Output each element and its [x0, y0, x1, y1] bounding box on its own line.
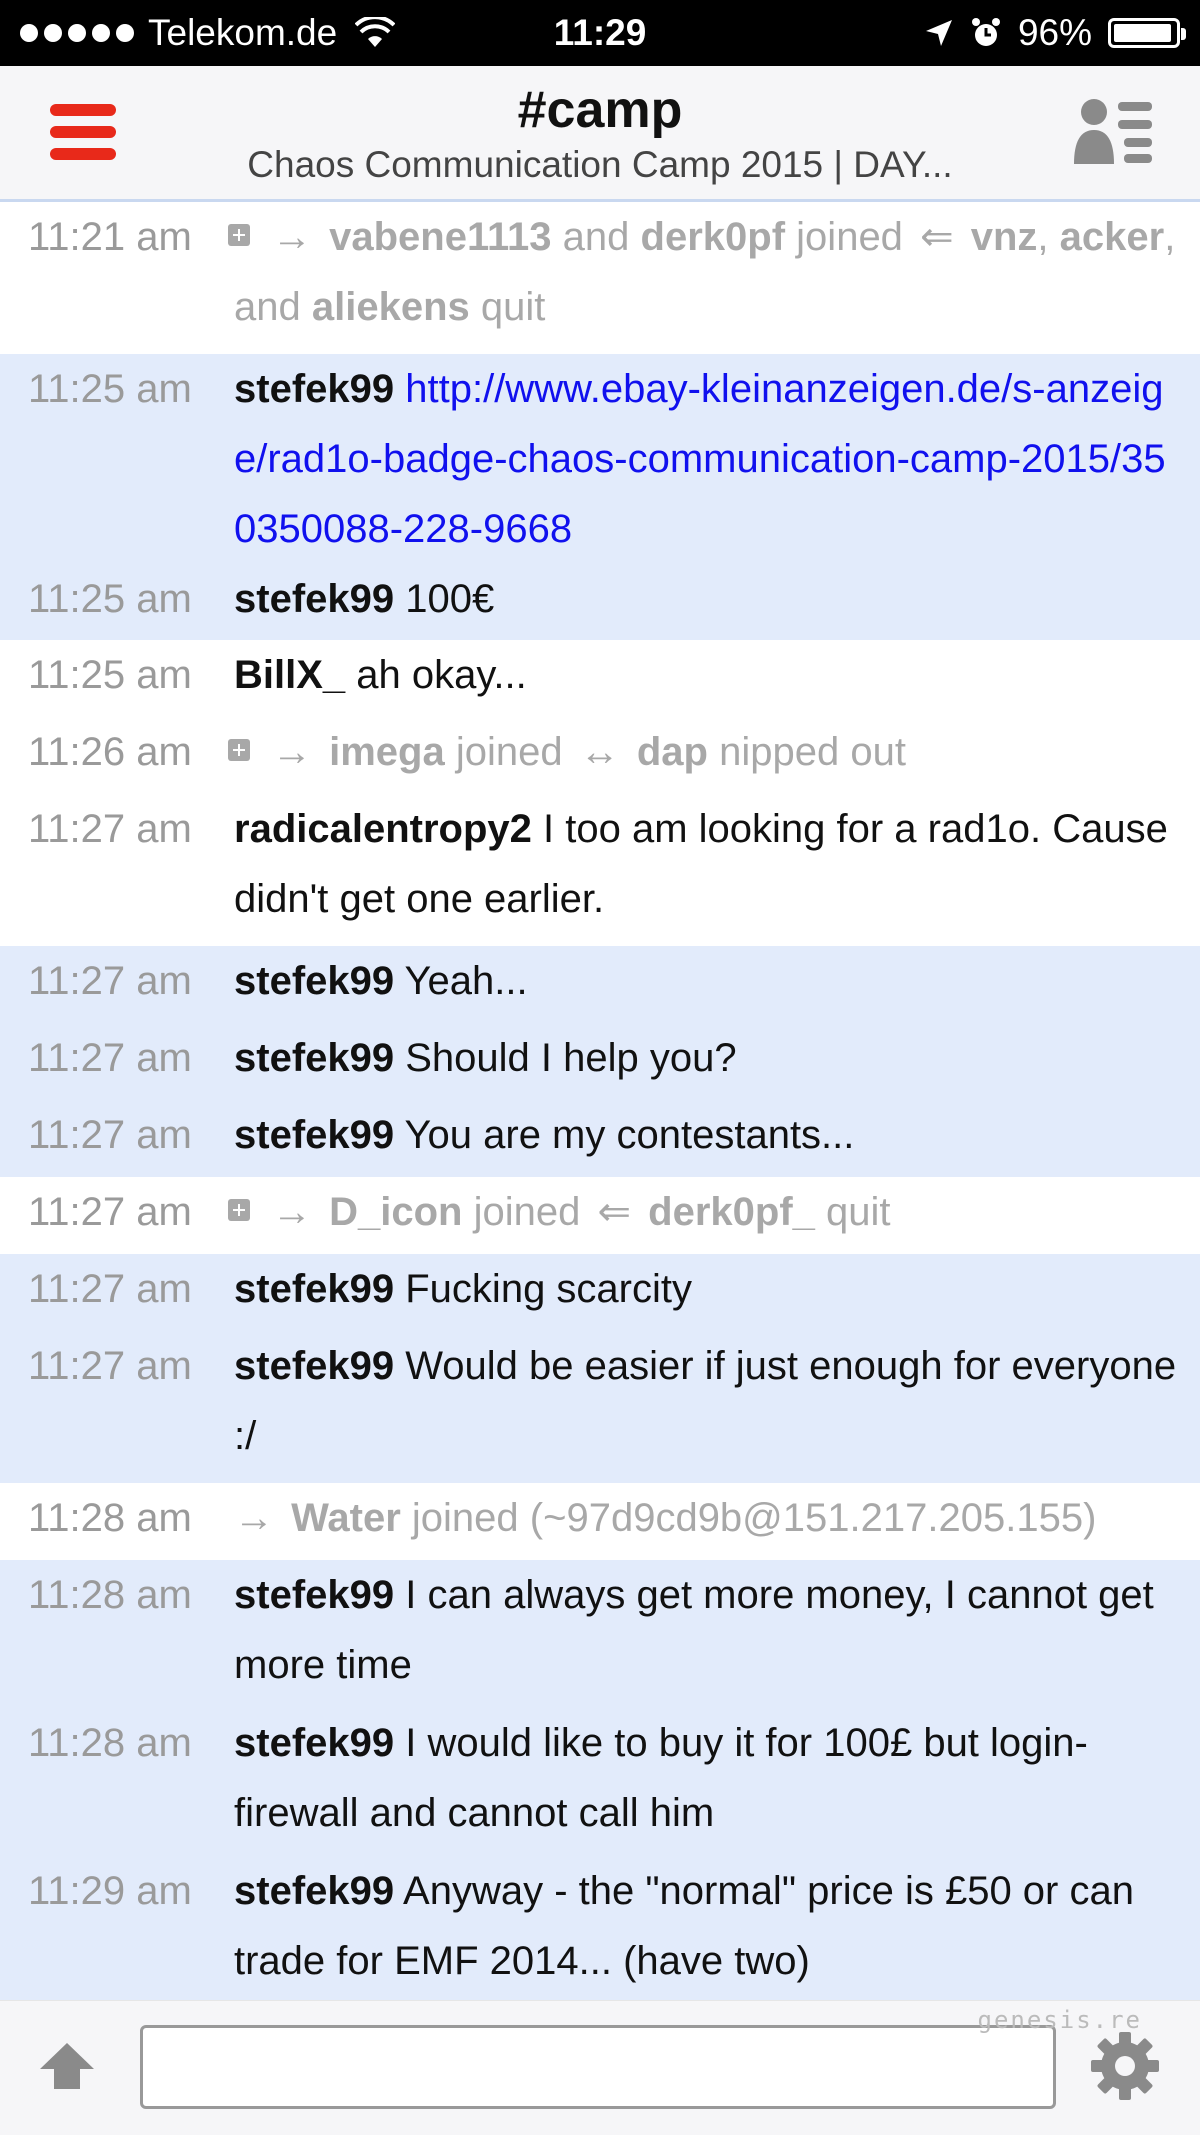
message-nick[interactable]: radicalentropy2: [234, 807, 532, 851]
upload-arrow-icon: [40, 2043, 94, 2089]
system-event-row: 11:21 am → vabene1113 and derk0pf joined…: [0, 202, 1200, 354]
location-arrow-icon: [925, 20, 952, 46]
watermark: genesis.re: [977, 2006, 1142, 2034]
system-event-text: → vabene1113 and derk0pf joined ⇐ vnz, a…: [228, 202, 1200, 342]
message-row: 11:27 am stefek99 Should I help you?: [0, 1023, 1200, 1100]
message-list[interactable]: 11:21 am → vabene1113 and derk0pf joined…: [0, 202, 1200, 2008]
join-arrow-icon: →: [272, 730, 312, 774]
upload-button[interactable]: [36, 2039, 98, 2095]
message-timestamp: 11:25 am: [28, 367, 192, 411]
message-nick[interactable]: stefek99: [234, 959, 394, 1003]
expand-icon[interactable]: [228, 1199, 250, 1221]
message-nick[interactable]: BillX_: [234, 653, 345, 697]
expand-icon[interactable]: [228, 224, 250, 246]
channel-title: #camp: [517, 81, 683, 139]
event-text: joined: [796, 215, 903, 259]
event-nick[interactable]: aliekens: [312, 285, 470, 329]
alarm-clock-icon: [971, 18, 1000, 46]
system-event-row: 11:26 am → imega joined ↔ dap nipped out: [0, 717, 1200, 794]
event-nick[interactable]: imega: [329, 730, 445, 774]
event-text: quit: [826, 1190, 891, 1234]
userlist-button[interactable]: [1074, 96, 1154, 170]
quit-arrow-icon: ⇐: [597, 1190, 632, 1234]
event-nick[interactable]: D_icon: [329, 1190, 462, 1234]
event-text: joined (~97d9cd9b@151.217.205.155): [411, 1496, 1097, 1540]
settings-button[interactable]: [1088, 2029, 1162, 2103]
event-nick[interactable]: derk0pf_: [648, 1190, 815, 1234]
message-timestamp: 11:27 am: [28, 1267, 192, 1311]
message-row: 11:27 am stefek99 Yeah...: [0, 946, 1200, 1023]
nipped-out-arrow-icon: ↔: [579, 730, 620, 774]
event-text: quit: [480, 285, 546, 329]
message-timestamp: 11:28 am: [28, 1721, 192, 1765]
message-nick[interactable]: stefek99: [234, 1036, 394, 1080]
message-timestamp: 11:29 am: [28, 1869, 192, 1913]
message-timestamp: 11:27 am: [28, 959, 192, 1003]
message-nick[interactable]: stefek99: [234, 1113, 394, 1157]
message-text: Fucking scarcity: [405, 1267, 692, 1311]
message-timestamp: 11:21 am: [28, 215, 192, 259]
system-event-row: 11:28 am → Water joined (~97d9cd9b@151.2…: [0, 1483, 1200, 1560]
message-row: 11:25 am BillX_ ah okay...: [0, 640, 1200, 717]
message-input[interactable]: [140, 2025, 1056, 2109]
join-arrow-icon: →: [272, 1190, 312, 1234]
event-nick[interactable]: acker: [1060, 215, 1165, 259]
message-nick[interactable]: stefek99: [234, 577, 394, 621]
message-text: ah okay...: [356, 653, 527, 697]
channel-header: #camp Chaos Communication Camp 2015 | DA…: [0, 66, 1200, 202]
join-arrow-icon: →: [234, 1496, 274, 1540]
quit-arrow-icon: ⇐: [920, 215, 954, 259]
message-timestamp: 11:26 am: [28, 730, 192, 774]
message-timestamp: 11:27 am: [28, 1036, 192, 1080]
message-text: You are my contestants...: [404, 1113, 855, 1157]
gear-icon: [1091, 2032, 1159, 2100]
join-arrow-icon: →: [272, 215, 312, 259]
message-nick[interactable]: stefek99: [234, 1344, 394, 1388]
event-nick[interactable]: vabene1113: [329, 215, 551, 259]
message-nick[interactable]: stefek99: [234, 1721, 394, 1765]
event-text: joined: [473, 1190, 581, 1234]
event-nick[interactable]: derk0pf: [641, 215, 786, 259]
message-timestamp: 11:28 am: [28, 1573, 192, 1617]
message-row: 11:27 am stefek99 You are my contestants…: [0, 1100, 1200, 1177]
message-timestamp: 11:27 am: [28, 807, 192, 851]
message-text: Should I help you?: [405, 1036, 737, 1080]
message-timestamp: 11:25 am: [28, 577, 192, 621]
message-row: 11:25 am stefek99 100€: [0, 564, 1200, 640]
battery-percentage: 96%: [1017, 12, 1092, 53]
event-text: and: [562, 215, 630, 259]
message-row: 11:27 am radicalentropy2 I too am lookin…: [0, 794, 1200, 946]
message-nick[interactable]: stefek99: [234, 1267, 394, 1311]
message-row: 11:25 am stefek99 http://www.ebay-kleina…: [0, 354, 1200, 564]
message-row: 11:28 am stefek99 I would like to buy it…: [0, 1708, 1200, 1856]
event-nick[interactable]: Water: [291, 1496, 401, 1540]
userlist-icon: [1074, 99, 1152, 164]
message-row: 11:28 am stefek99 I can always get more …: [0, 1560, 1200, 1708]
event-text: joined: [455, 730, 563, 774]
message-timestamp: 11:27 am: [28, 1113, 192, 1157]
system-event-row: 11:27 am → D_icon joined ⇐ derk0pf_ quit: [0, 1177, 1200, 1254]
message-timestamp: 11:27 am: [28, 1190, 192, 1234]
message-text: Yeah...: [404, 959, 528, 1003]
message-row: 11:27 am stefek99 Fucking scarcity: [0, 1254, 1200, 1331]
battery-level-fill: [1114, 24, 1172, 42]
message-timestamp: 11:28 am: [28, 1496, 192, 1540]
message-nick[interactable]: stefek99: [234, 1869, 394, 1913]
message-row: 11:27 am stefek99 Would be easier if jus…: [0, 1331, 1200, 1483]
message-text: 100€: [405, 577, 495, 621]
message-timestamp: 11:27 am: [28, 1344, 192, 1388]
event-text: nipped out: [719, 730, 906, 774]
event-nick[interactable]: vnz: [971, 215, 1038, 259]
message-nick[interactable]: stefek99: [234, 367, 394, 411]
status-bar: Telekom.de 11:29 96%: [0, 0, 1200, 66]
expand-icon[interactable]: [228, 739, 250, 761]
event-nick[interactable]: dap: [637, 730, 708, 774]
message-timestamp: 11:25 am: [28, 653, 192, 697]
message-row: 11:29 am stefek99 Anyway - the "normal" …: [0, 1856, 1200, 2008]
battery-icon: [1108, 18, 1186, 48]
message-nick[interactable]: stefek99: [234, 1573, 394, 1617]
channel-topic[interactable]: Chaos Communication Camp 2015 | DAY...: [0, 144, 1200, 186]
